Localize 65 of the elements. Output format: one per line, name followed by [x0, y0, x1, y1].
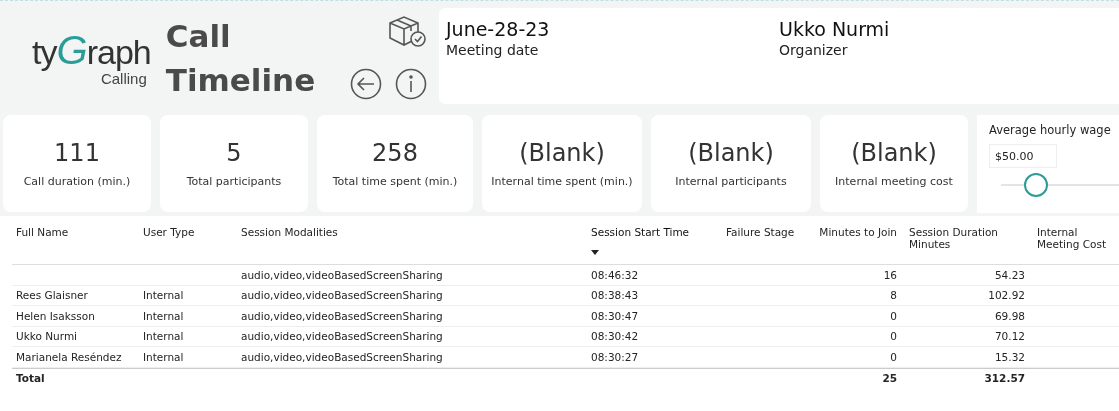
logo-subtitle: Calling — [100, 70, 147, 87]
package-check-icon[interactable] — [387, 14, 427, 48]
kpi-label: Internal participants — [675, 175, 787, 188]
kpi-label: Call duration (min.) — [23, 175, 131, 188]
table-cell: 08:30:42 — [591, 330, 639, 343]
table-cell: 8 — [890, 289, 897, 302]
kpi-label: Total participants — [186, 175, 282, 188]
page-title: Timeline — [165, 61, 317, 100]
column-header[interactable]: Session Duration Minutes — [909, 226, 1025, 250]
slider-thumb[interactable] — [1024, 173, 1049, 197]
table-cell: 0 — [890, 309, 897, 322]
column-header[interactable]: Failure Stage — [726, 226, 795, 238]
kpi-label: Internal time spent (min.) — [491, 175, 633, 188]
table-cell: 70.12 — [994, 330, 1025, 343]
table-cell: Internal — [143, 309, 184, 322]
table-cell: Ukko Nurmi — [16, 330, 78, 343]
kpi-value: (Blank) — [851, 139, 937, 167]
kpi-value: (Blank) — [688, 139, 774, 167]
table-cell: Helen Isaksson — [16, 309, 95, 322]
table-cell: Internal — [143, 350, 184, 363]
table-cell: audio,video,videoBasedScreenSharing — [241, 330, 443, 343]
info-value: Ukko Nurmi — [779, 18, 891, 40]
column-header[interactable]: Session Modalities — [241, 226, 338, 238]
table-cell: Internal — [143, 289, 184, 302]
column-header[interactable]: Minutes to Join — [819, 226, 897, 238]
table-cell: 16 — [883, 268, 897, 281]
info-label: Organizer — [779, 42, 849, 58]
sort-icon[interactable] — [591, 250, 599, 255]
column-header[interactable]: User Type — [143, 226, 195, 238]
table-cell: 08:30:47 — [591, 309, 639, 322]
column-header[interactable]: Session Start Time — [591, 226, 690, 238]
table-cell: audio,video,videoBasedScreenSharing — [241, 350, 443, 363]
table-cell: 69.98 — [994, 309, 1025, 322]
page-title: Call — [165, 17, 232, 56]
kpi-value: (Blank) — [519, 139, 605, 167]
table-cell: 08:38:43 — [591, 289, 639, 302]
kpi-value: 5 — [226, 139, 242, 167]
info-value: June-28-23 — [446, 18, 551, 40]
kpi-label: Internal meeting cost — [835, 175, 953, 188]
table-cell: audio,video,videoBasedScreenSharing — [241, 289, 443, 302]
table-cell: audio,video,videoBasedScreenSharing — [241, 309, 443, 322]
wage-input[interactable]: $50.00 — [989, 144, 1057, 168]
table-cell: Internal — [143, 330, 184, 343]
total-cell: 25 — [882, 372, 897, 385]
info-icon[interactable] — [395, 68, 427, 100]
table-cell: Marianela Reséndez — [16, 350, 122, 363]
total-cell: 312.57 — [984, 372, 1025, 385]
table-cell: 15.32 — [994, 350, 1025, 363]
table-cell: Rees Glaisner — [16, 289, 88, 302]
table-cell: 0 — [890, 330, 897, 343]
table-cell: 08:46:32 — [591, 268, 639, 281]
back-icon[interactable] — [350, 68, 382, 100]
column-header[interactable]: Full Name — [16, 226, 69, 238]
total-cell: Total — [16, 372, 45, 385]
table-cell: 0 — [890, 350, 897, 363]
kpi-value: 258 — [372, 139, 418, 167]
table-cell: audio,video,videoBasedScreenSharing — [241, 268, 443, 281]
table-cell: 08:30:27 — [591, 350, 639, 363]
column-header[interactable]: Internal Meeting Cost — [1037, 226, 1117, 250]
kpi-label: Total time spent (min.) — [332, 175, 458, 188]
info-label: Meeting date — [446, 42, 540, 58]
table-cell: 54.23 — [994, 268, 1025, 281]
table-cell: 102.92 — [988, 289, 1025, 302]
kpi-value: 111 — [54, 139, 100, 167]
wage-label: Average hourly wage — [989, 123, 1112, 137]
